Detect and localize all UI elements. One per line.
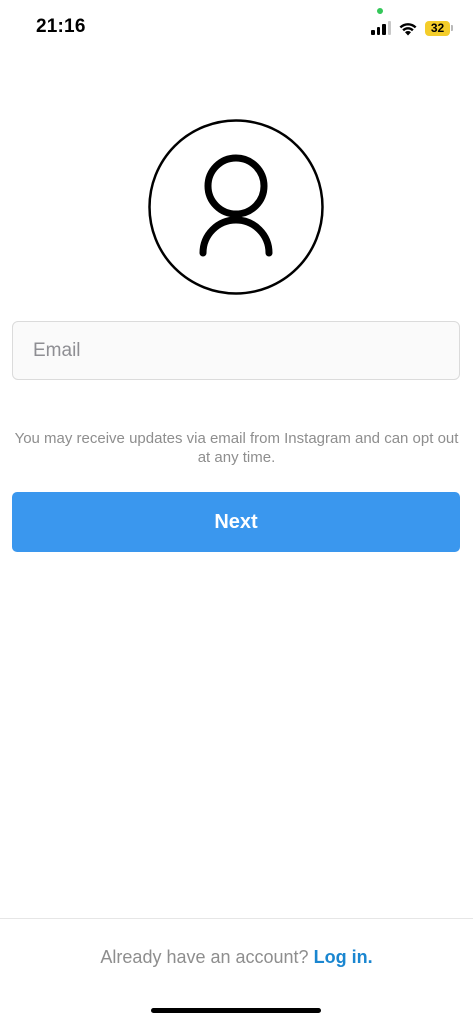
next-button[interactable]: Next bbox=[12, 492, 460, 552]
signal-icon bbox=[371, 21, 391, 35]
email-field[interactable] bbox=[12, 321, 460, 380]
home-indicator[interactable] bbox=[151, 1008, 321, 1013]
status-icons: 32 bbox=[371, 18, 453, 38]
login-prompt-text: Already have an account? bbox=[100, 947, 309, 967]
status-time: 21:16 bbox=[36, 16, 86, 37]
battery-level: 32 bbox=[425, 20, 450, 36]
login-link[interactable]: Log in. bbox=[314, 947, 373, 967]
wifi-icon bbox=[399, 22, 417, 35]
status-bar: 21:16 32 bbox=[0, 0, 473, 56]
privacy-indicator-dot bbox=[377, 8, 383, 14]
footer-divider bbox=[0, 918, 473, 919]
login-prompt: Already have an account? Log in. bbox=[0, 947, 473, 968]
battery-icon: 32 bbox=[425, 20, 453, 37]
person-icon bbox=[148, 119, 324, 295]
email-disclaimer: You may receive updates via email from I… bbox=[14, 430, 459, 466]
